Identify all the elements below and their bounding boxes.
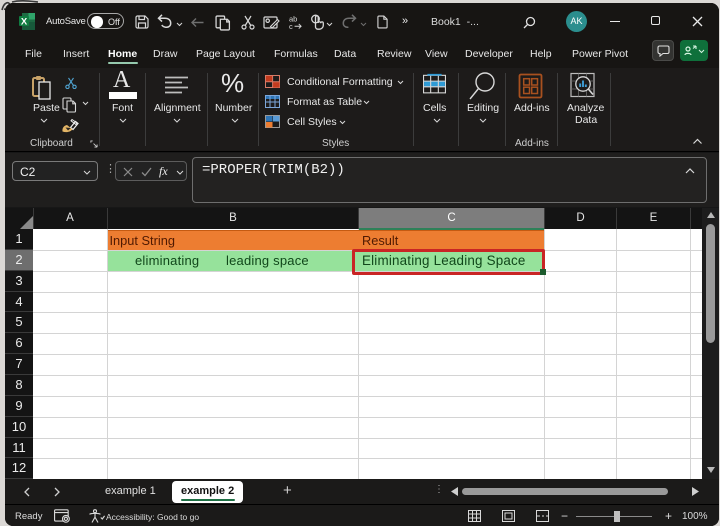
svg-text:X: X xyxy=(21,17,28,28)
svg-text:c: c xyxy=(289,22,293,30)
